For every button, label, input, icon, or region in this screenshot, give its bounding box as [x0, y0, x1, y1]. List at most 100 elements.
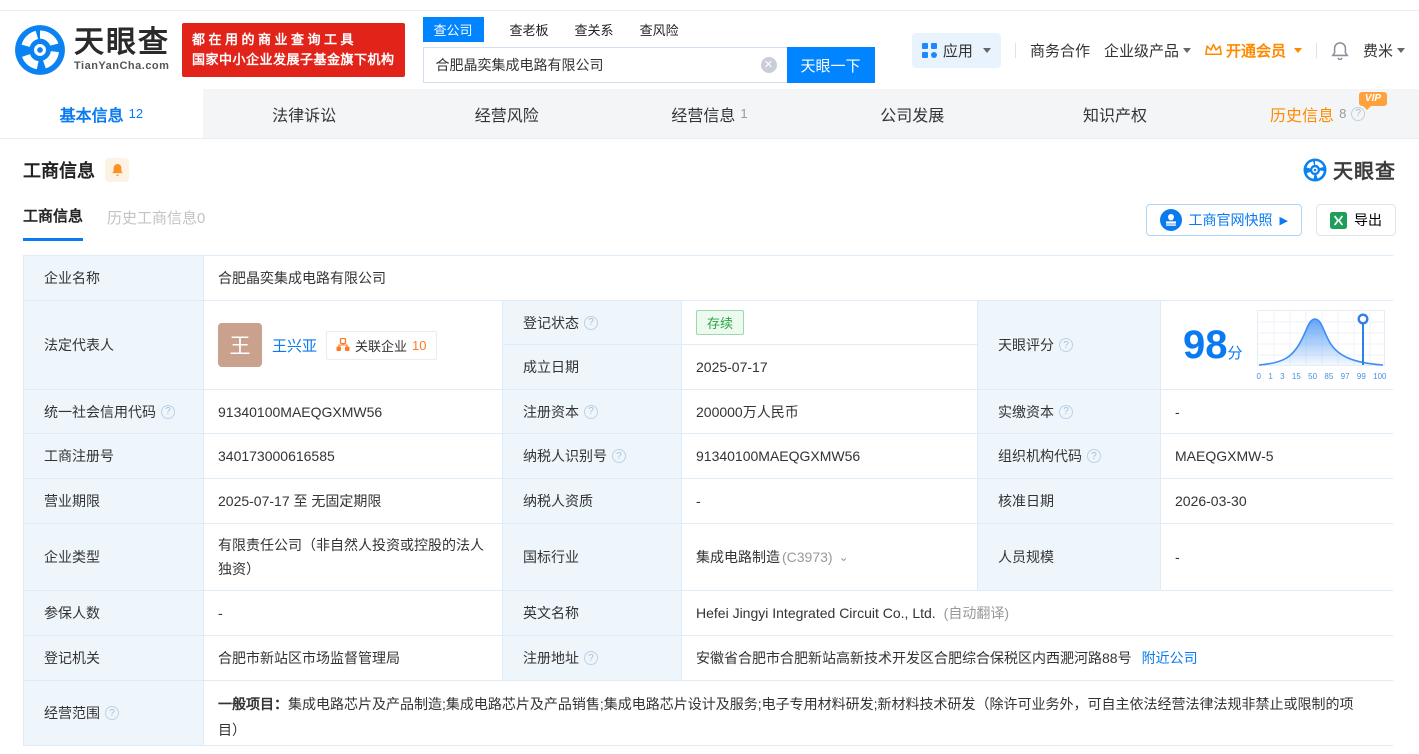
help-icon[interactable]: ?: [612, 449, 626, 463]
logo-domain: TianYanCha.com: [74, 60, 170, 72]
business-scope-prefix: 一般项目：: [218, 696, 288, 712]
tab-count: 12: [129, 106, 143, 121]
org-code-label: 组织机构代码?: [978, 434, 1160, 478]
taxpayer-qualification-label: 纳税人资质: [503, 479, 681, 523]
help-icon[interactable]: ?: [1059, 338, 1073, 352]
export-label: 导出: [1354, 210, 1382, 230]
help-icon[interactable]: ?: [1087, 449, 1101, 463]
paid-capital-label: 实缴资本?: [978, 390, 1160, 433]
logo-text: 天眼查: [74, 28, 170, 58]
score-distribution-chart: 0131550859799100: [1257, 310, 1387, 381]
tab-label: 知识产权: [1083, 102, 1147, 126]
tab-company-development[interactable]: 公司发展: [811, 89, 1014, 138]
tab-basic-info[interactable]: 基本信息 12: [0, 89, 203, 138]
tab-label: 公司发展: [880, 102, 944, 126]
search-tab-risk[interactable]: 查风险: [640, 17, 679, 42]
staff-size-label: 人员规模: [978, 524, 1160, 590]
help-icon[interactable]: ?: [584, 651, 598, 665]
company-type-label: 企业类型: [24, 524, 203, 590]
legal-rep-name-link[interactable]: 王兴亚: [272, 335, 317, 356]
monitor-bell-icon[interactable]: [105, 158, 129, 182]
approval-date-label: 核准日期: [978, 479, 1160, 523]
reg-authority-value: 合肥市新站区市场监督管理局: [204, 636, 502, 680]
chart-tick-label: 97: [1341, 372, 1350, 381]
open-vip-menu[interactable]: 开通会员: [1205, 40, 1302, 61]
reg-status-label: 登记状态?: [503, 301, 681, 344]
auto-translate-note: (自动翻译): [944, 603, 1009, 623]
chevron-down-icon: [983, 48, 991, 53]
related-companies-badge[interactable]: 关联企业 10: [326, 331, 436, 360]
apps-menu[interactable]: 应用: [912, 33, 1001, 68]
industry-label: 国标行业: [503, 524, 681, 590]
export-button[interactable]: 导出: [1316, 204, 1396, 236]
official-snapshot-button[interactable]: 工商官网快照 ▶: [1146, 204, 1302, 236]
search-tab-boss[interactable]: 查老板: [510, 17, 549, 42]
tianyancha-logo[interactable]: 天眼查 TianYanCha.com: [14, 24, 170, 76]
help-icon[interactable]: ?: [161, 405, 175, 419]
credit-code-value: 91340100MAEQGXMW56: [204, 390, 502, 433]
company-nav-tabs: 基本信息 12 法律诉讼 经营风险 经营信息 1 公司发展 知识产权 历史信息 …: [0, 89, 1419, 139]
chevron-down-icon[interactable]: ⌄: [839, 550, 849, 564]
tianyancha-logo-icon: [14, 24, 66, 76]
help-icon[interactable]: ?: [584, 316, 598, 330]
org-code-value: MAEQGXMW-5: [1161, 434, 1397, 478]
excel-icon: [1330, 212, 1347, 229]
chevron-down-icon: [1183, 48, 1191, 53]
related-companies-count: 10: [412, 338, 426, 353]
subtab-business-registration[interactable]: 工商信息: [23, 205, 83, 241]
search-tab-company[interactable]: 查公司: [423, 17, 484, 42]
watermark-text: 天眼查: [1333, 155, 1396, 184]
business-term-label: 营业期限: [24, 479, 203, 523]
business-scope-value: 一般项目：集成电路芯片及产品制造;集成电路芯片及产品销售;集成电路芯片设计及服务…: [204, 681, 1397, 745]
score-value[interactable]: 98: [1183, 323, 1228, 367]
chart-tick-label: 99: [1357, 372, 1366, 381]
search-input[interactable]: [423, 47, 787, 83]
tab-legal-lawsuits[interactable]: 法律诉讼: [203, 89, 406, 138]
subtab-history-registration[interactable]: 历史工商信息0: [107, 207, 205, 240]
score-unit: 分: [1228, 345, 1243, 362]
insured-count-label: 参保人数: [24, 591, 203, 635]
company-name-value: 合肥晶奕集成电路有限公司: [204, 256, 1397, 300]
credit-code-label: 统一社会信用代码?: [24, 390, 203, 433]
enterprise-product-menu[interactable]: 企业级产品: [1104, 40, 1191, 61]
help-icon[interactable]: ?: [105, 706, 119, 720]
chart-tick-label: 0: [1257, 372, 1261, 381]
apps-label: 应用: [943, 40, 973, 61]
english-name-value: Hefei Jingyi Integrated Circuit Co., Ltd…: [682, 591, 1397, 635]
help-icon[interactable]: ?: [1059, 405, 1073, 419]
tab-business-info[interactable]: 经营信息 1: [608, 89, 811, 138]
tab-label: 法律诉讼: [272, 102, 336, 126]
legal-rep-avatar[interactable]: 王: [218, 323, 262, 367]
search-tab-relation[interactable]: 查关系: [575, 17, 614, 42]
open-vip-label: 开通会员: [1226, 40, 1286, 61]
clear-search-icon[interactable]: ✕: [761, 57, 777, 73]
help-icon[interactable]: ?: [584, 405, 598, 419]
reg-status-value: 存续: [682, 301, 977, 344]
stamp-icon: [1160, 209, 1182, 231]
reg-capital-label: 注册资本?: [503, 390, 681, 433]
user-menu[interactable]: 费米: [1363, 40, 1405, 61]
taxpayer-id-value: 91340100MAEQGXMW56: [682, 434, 977, 478]
chevron-down-icon: [1294, 48, 1302, 53]
notification-bell-icon[interactable]: [1331, 41, 1349, 60]
industry-value: 集成电路制造(C3973) ⌄: [682, 524, 977, 590]
tab-label: 基本信息: [60, 102, 124, 126]
tab-history-info[interactable]: 历史信息 8 ? VIP: [1216, 89, 1419, 138]
tab-intellectual-property[interactable]: 知识产权: [1014, 89, 1217, 138]
establish-date-value: 2025-07-17: [682, 345, 977, 389]
username: 费米: [1363, 40, 1393, 61]
chart-tick-label: 1: [1268, 372, 1272, 381]
english-name-label: 英文名称: [503, 591, 681, 635]
biz-coop-link[interactable]: 商务合作: [1030, 40, 1090, 61]
crown-icon: [1205, 43, 1222, 57]
section-title: 工商信息: [23, 157, 95, 183]
main-content: 工商信息 天眼查 工商信息 历史工商信息0: [0, 139, 1419, 754]
tab-operation-risk[interactable]: 经营风险: [405, 89, 608, 138]
business-term-value: 2025-07-17 至 无固定期限: [204, 479, 502, 523]
nearby-companies-link[interactable]: 附近公司: [1142, 648, 1198, 668]
legal-rep-cell: 王 王兴亚 关联企业 10: [204, 301, 502, 389]
chart-tick-label: 50: [1308, 372, 1317, 381]
search-button[interactable]: 天眼一下: [787, 47, 875, 83]
company-name-label: 企业名称: [24, 256, 203, 300]
approval-date-value: 2026-03-30: [1161, 479, 1397, 523]
